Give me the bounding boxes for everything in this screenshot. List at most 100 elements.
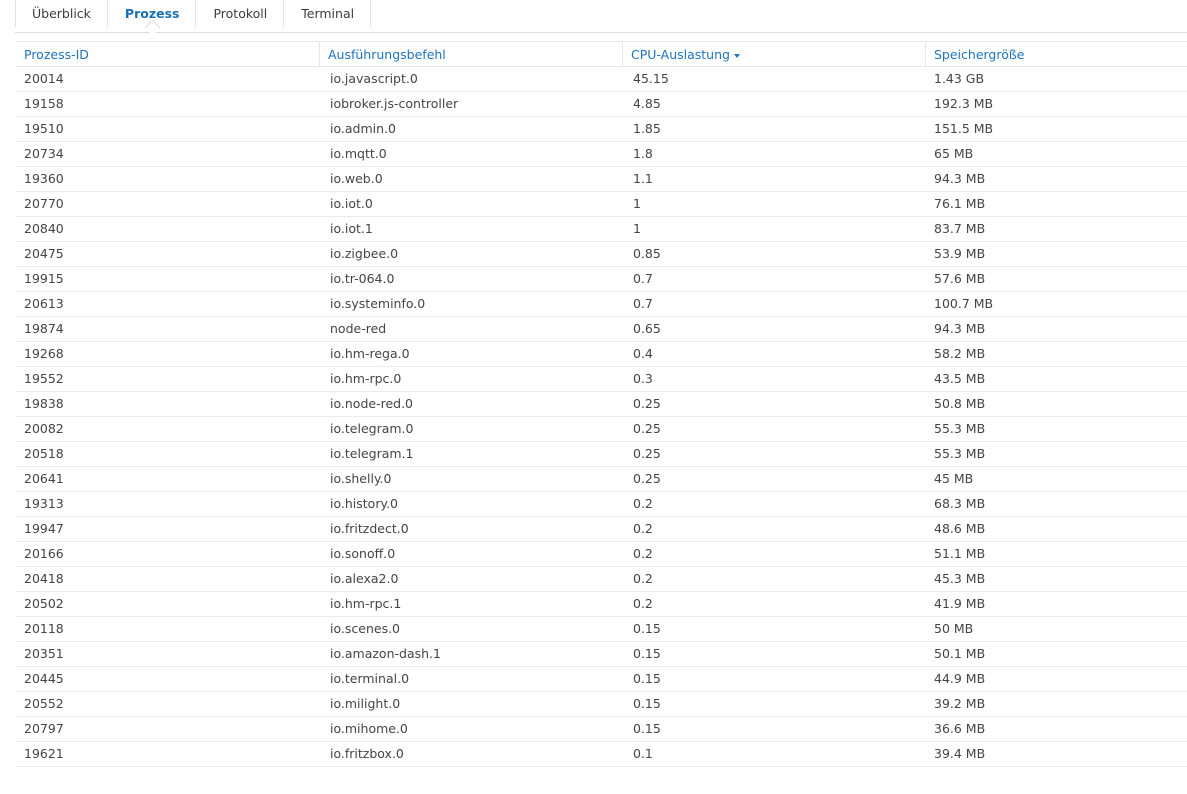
table-row[interactable]: 20518 io.telegram.1 0.25 55.3 MB [16, 442, 1187, 467]
cell-command: io.node-red.0 [330, 396, 413, 411]
cell-command: io.telegram.0 [330, 421, 414, 436]
cell-cpu-usage: 0.15 [633, 646, 661, 661]
cell-cpu-usage: 0.2 [633, 596, 653, 611]
cell-memory: 100.7 MB [934, 296, 994, 311]
cell-process-id: 20502 [24, 596, 64, 611]
cell-memory: 55.3 MB [934, 446, 986, 461]
cell-memory: 57.6 MB [934, 271, 986, 286]
table-row[interactable]: 19947 io.fritzdect.0 0.2 48.6 MB [16, 517, 1187, 542]
table-row[interactable]: 19313 io.history.0 0.2 68.3 MB [16, 492, 1187, 517]
cell-process-id: 20552 [24, 696, 64, 711]
table-row[interactable]: 19915 io.tr-064.0 0.7 57.6 MB [16, 267, 1187, 292]
tab-process[interactable]: Prozess [109, 0, 197, 36]
cell-process-id: 20797 [24, 721, 64, 736]
tab-log[interactable]: Protokoll [197, 0, 285, 27]
cell-memory: 68.3 MB [934, 496, 986, 511]
table-row[interactable]: 20445 io.terminal.0 0.15 44.9 MB [16, 667, 1187, 692]
table-row[interactable]: 20734 io.mqtt.0 1.8 65 MB [16, 142, 1187, 167]
cell-process-id: 20840 [24, 221, 64, 236]
cell-memory: 45.3 MB [934, 571, 986, 586]
cell-memory: 50.1 MB [934, 646, 986, 661]
cell-process-id: 19621 [24, 746, 64, 761]
table-row[interactable]: 19158 iobroker.js-controller 4.85 192.3 MB [16, 92, 1187, 117]
column-header-label: Prozess-ID [24, 47, 89, 62]
cell-process-id: 19838 [24, 396, 64, 411]
table-row[interactable]: 20552 io.milight.0 0.15 39.2 MB [16, 692, 1187, 717]
table-row[interactable]: 20797 io.mihome.0 0.15 36.6 MB [16, 717, 1187, 742]
cell-cpu-usage: 0.25 [633, 396, 661, 411]
cell-command: iobroker.js-controller [330, 96, 459, 111]
table-row[interactable]: 20014 io.javascript.0 45.15 1.43 GB [16, 67, 1187, 92]
cell-cpu-usage: 4.85 [633, 96, 661, 111]
cell-command: io.systeminfo.0 [330, 296, 426, 311]
cell-process-id: 20518 [24, 446, 64, 461]
cell-process-id: 20734 [24, 146, 64, 161]
cell-command: io.history.0 [330, 496, 399, 511]
cell-command: io.hm-rpc.0 [330, 371, 402, 386]
cell-process-id: 19360 [24, 171, 64, 186]
cell-process-id: 19268 [24, 346, 64, 361]
cell-process-id: 19313 [24, 496, 64, 511]
process-table: Prozess-ID Ausführungsbefehl CPU-Auslast… [16, 41, 1187, 767]
column-header-memory[interactable]: Speichergröße [926, 42, 1187, 66]
table-row[interactable]: 19552 io.hm-rpc.0 0.3 43.5 MB [16, 367, 1187, 392]
tab-bar: Überblick Prozess Protokoll Terminal [15, 0, 1187, 36]
cell-cpu-usage: 0.25 [633, 446, 661, 461]
cell-memory: 44.9 MB [934, 671, 986, 686]
cell-memory: 151.5 MB [934, 121, 994, 136]
cell-cpu-usage: 0.15 [633, 696, 661, 711]
column-header-cpu-usage[interactable]: CPU-Auslastung [623, 42, 926, 66]
resource-monitor-window: Überblick Prozess Protokoll Terminal Pro… [0, 0, 1187, 775]
cell-memory: 58.2 MB [934, 346, 986, 361]
cell-memory: 94.3 MB [934, 321, 986, 336]
table-row[interactable]: 20082 io.telegram.0 0.25 55.3 MB [16, 417, 1187, 442]
cell-command: io.telegram.1 [330, 446, 414, 461]
cell-command: io.mihome.0 [330, 721, 408, 736]
cell-command: io.hm-rega.0 [330, 346, 410, 361]
cell-memory: 53.9 MB [934, 246, 986, 261]
column-header-command[interactable]: Ausführungsbefehl [320, 42, 623, 66]
cell-command: io.javascript.0 [330, 71, 418, 86]
table-row[interactable]: 20475 io.zigbee.0 0.85 53.9 MB [16, 242, 1187, 267]
cell-memory: 36.6 MB [934, 721, 986, 736]
cell-cpu-usage: 0.2 [633, 571, 653, 586]
cell-process-id: 20641 [24, 471, 64, 486]
table-row[interactable]: 19621 io.fritzbox.0 0.1 39.4 MB [16, 742, 1187, 767]
table-row[interactable]: 19510 io.admin.0 1.85 151.5 MB [16, 117, 1187, 142]
cell-command: io.tr-064.0 [330, 271, 395, 286]
tab-terminal[interactable]: Terminal [285, 0, 372, 27]
tab-overview[interactable]: Überblick [15, 0, 108, 27]
cell-cpu-usage: 0.7 [633, 271, 653, 286]
table-row[interactable]: 19838 io.node-red.0 0.25 50.8 MB [16, 392, 1187, 417]
column-header-label: Ausführungsbefehl [328, 47, 446, 62]
cell-memory: 76.1 MB [934, 196, 986, 211]
cell-cpu-usage: 45.15 [633, 71, 669, 86]
table-row[interactable]: 19874 node-red 0.65 94.3 MB [16, 317, 1187, 342]
cell-command: io.sonoff.0 [330, 546, 396, 561]
cell-cpu-usage: 0.15 [633, 671, 661, 686]
table-row[interactable]: 20613 io.systeminfo.0 0.7 100.7 MB [16, 292, 1187, 317]
cell-cpu-usage: 1 [633, 221, 641, 236]
table-row[interactable]: 20770 io.iot.0 1 76.1 MB [16, 192, 1187, 217]
cell-process-id: 20118 [24, 621, 64, 636]
table-row[interactable]: 20840 io.iot.1 1 83.7 MB [16, 217, 1187, 242]
column-header-process-id[interactable]: Prozess-ID [16, 42, 320, 66]
table-row[interactable]: 20641 io.shelly.0 0.25 45 MB [16, 467, 1187, 492]
cell-cpu-usage: 0.25 [633, 421, 661, 436]
cell-cpu-usage: 1.8 [633, 146, 653, 161]
table-row[interactable]: 20351 io.amazon-dash.1 0.15 50.1 MB [16, 642, 1187, 667]
table-row[interactable]: 20418 io.alexa2.0 0.2 45.3 MB [16, 567, 1187, 592]
cell-cpu-usage: 0.3 [633, 371, 653, 386]
table-row[interactable]: 20118 io.scenes.0 0.15 50 MB [16, 617, 1187, 642]
cell-process-id: 20613 [24, 296, 64, 311]
table-row[interactable]: 20502 io.hm-rpc.1 0.2 41.9 MB [16, 592, 1187, 617]
table-row[interactable]: 19360 io.web.0 1.1 94.3 MB [16, 167, 1187, 192]
cell-cpu-usage: 0.7 [633, 296, 653, 311]
cell-command: io.admin.0 [330, 121, 396, 136]
table-row[interactable]: 20166 io.sonoff.0 0.2 51.1 MB [16, 542, 1187, 567]
cell-process-id: 20082 [24, 421, 64, 436]
cell-command: io.iot.0 [330, 196, 373, 211]
cell-command: io.scenes.0 [330, 621, 401, 636]
cell-cpu-usage: 0.2 [633, 496, 653, 511]
table-row[interactable]: 19268 io.hm-rega.0 0.4 58.2 MB [16, 342, 1187, 367]
